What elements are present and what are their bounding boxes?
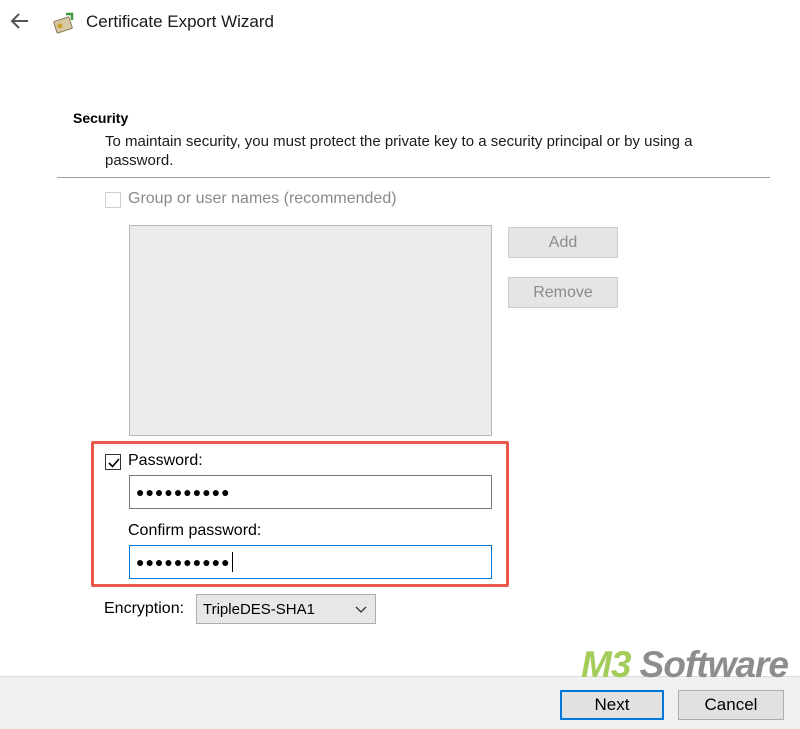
password-input[interactable]: ●●●●●●●●●● [129, 475, 492, 509]
certificate-icon [52, 10, 76, 34]
next-button[interactable]: Next [560, 690, 664, 720]
m3-software-watermark: M3 Software [581, 644, 789, 685]
cancel-button[interactable]: Cancel [678, 690, 784, 720]
encryption-select[interactable]: TripleDES-SHA1 [196, 594, 376, 624]
group-names-listbox[interactable] [129, 225, 492, 436]
security-description: To maintain security, you must protect t… [105, 133, 693, 169]
password-checkbox[interactable] [105, 454, 121, 470]
checkmark-icon [108, 458, 120, 468]
text-cursor [231, 552, 233, 572]
confirm-password-value: ●●●●●●●●●● [136, 554, 231, 570]
back-button[interactable] [8, 10, 32, 32]
add-button[interactable]: Add [508, 227, 618, 258]
remove-button[interactable]: Remove [508, 277, 618, 308]
password-value: ●●●●●●●●●● [136, 484, 231, 500]
wizard-title: Certificate Export Wizard [86, 12, 274, 31]
group-names-label: Group or user names (recommended) [128, 190, 397, 207]
chevron-down-icon [355, 606, 367, 613]
group-names-checkbox[interactable] [105, 192, 121, 208]
confirm-password-label: Confirm password: [128, 522, 262, 539]
security-heading: Security [73, 110, 129, 126]
encryption-label: Encryption: [104, 600, 185, 617]
password-label: Password: [128, 452, 203, 469]
confirm-password-input[interactable]: ●●●●●●●●●● [129, 545, 492, 579]
encryption-value: TripleDES-SHA1 [203, 600, 315, 618]
back-arrow-icon [10, 13, 28, 29]
divider [57, 177, 770, 178]
